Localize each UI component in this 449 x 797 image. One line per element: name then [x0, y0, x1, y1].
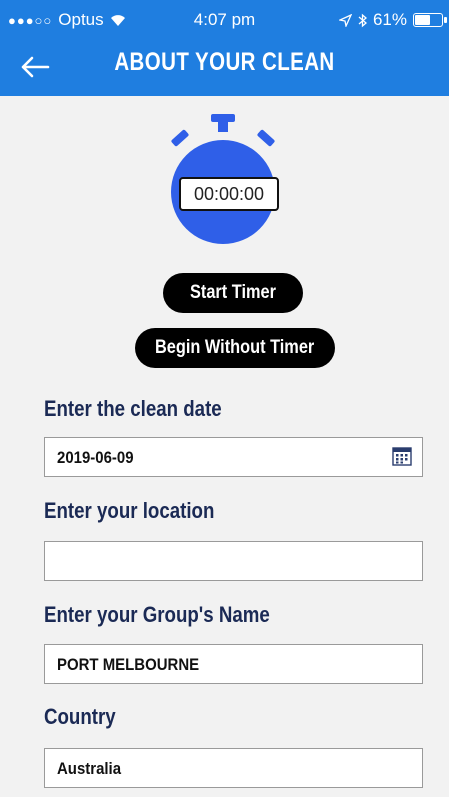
clean-date-value: 2019-06-09	[57, 448, 134, 467]
page-title: ABOUT YOUR CLEAN	[114, 48, 335, 76]
location-arrow-icon	[338, 13, 352, 27]
location-field[interactable]	[44, 541, 423, 581]
group-name-label: Enter your Group's Name	[44, 602, 270, 627]
timer-display: 00:00:00	[179, 177, 279, 211]
begin-without-timer-button[interactable]: Begin Without Timer	[135, 328, 335, 368]
location-label: Enter your location	[44, 498, 215, 523]
country-label: Country	[44, 704, 116, 729]
bluetooth-icon	[358, 13, 367, 27]
start-timer-button[interactable]: Start Timer	[163, 273, 303, 313]
nav-bar: ABOUT YOUR CLEAN	[0, 40, 449, 96]
group-name-field[interactable]: PORT MELBOURNE	[44, 644, 423, 684]
calendar-icon[interactable]	[392, 446, 412, 466]
clean-date-field[interactable]: 2019-06-09	[44, 437, 423, 477]
battery-percent: 61%	[372, 10, 407, 29]
country-field[interactable]: Australia	[44, 748, 423, 788]
group-name-value: PORT MELBOURNE	[57, 655, 200, 674]
header: ●●●○○ Optus 4:07 pm 61% ABOUT YOUR CLEAN	[0, 0, 449, 96]
country-value: Australia	[57, 759, 122, 778]
start-timer-label: Start Timer	[190, 282, 276, 303]
battery-icon	[413, 13, 447, 27]
status-bar: ●●●○○ Optus 4:07 pm 61%	[0, 0, 449, 40]
clean-date-label: Enter the clean date	[44, 396, 222, 421]
begin-without-timer-label: Begin Without Timer	[155, 337, 315, 358]
